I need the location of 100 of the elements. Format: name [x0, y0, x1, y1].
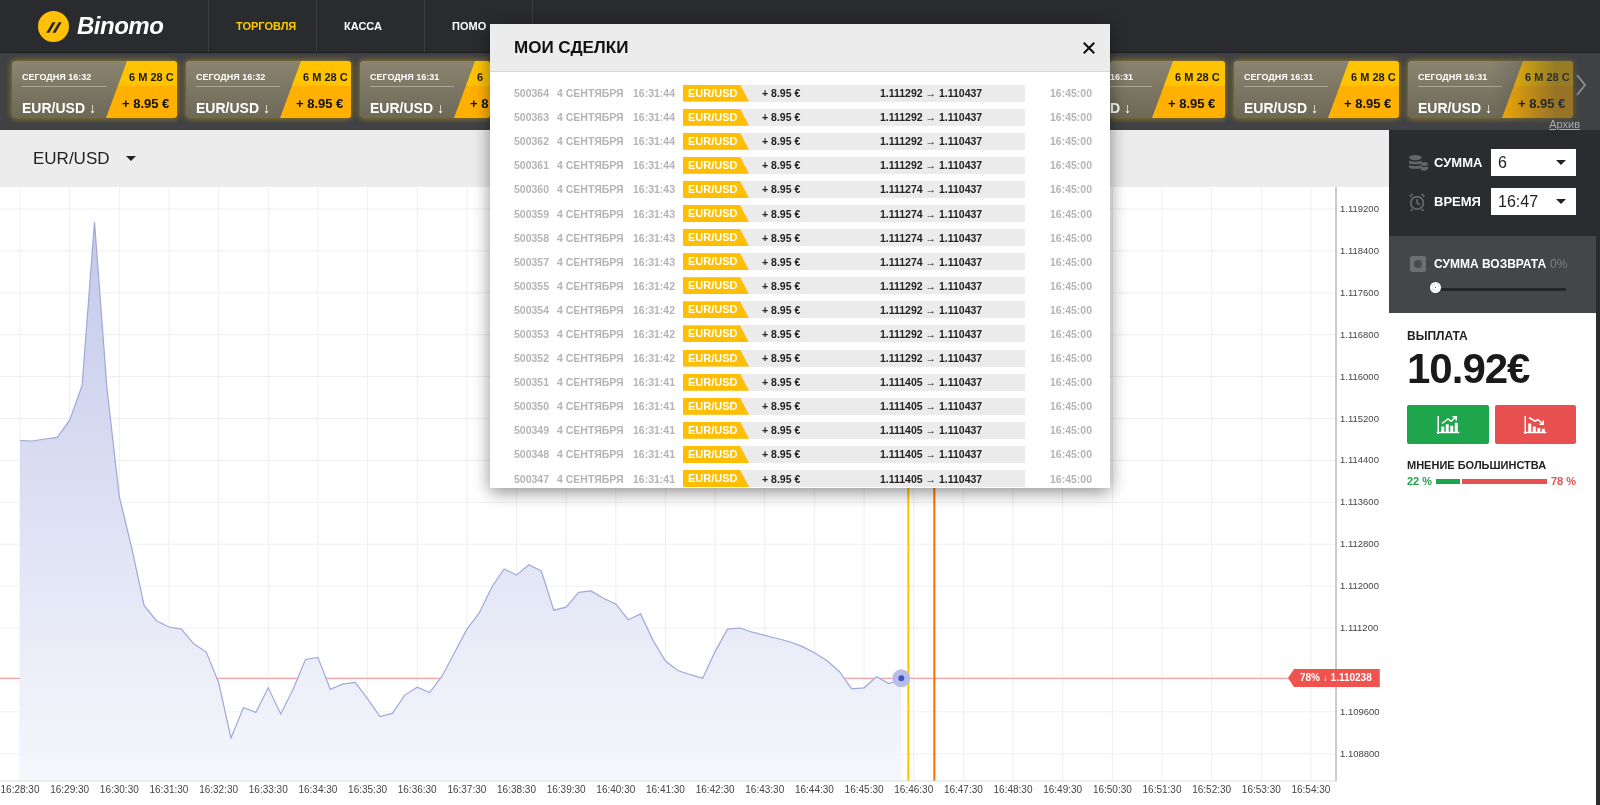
card-date: СЕГОДНЯ 16:31 — [1418, 72, 1502, 87]
trade-time: 16:31:43 — [633, 183, 677, 196]
axis-label: 16:48:30 — [993, 784, 1033, 795]
trade-card[interactable]: СЕГОДНЯ 16:32 EUR/USD ↓ 6 М 28 С + 8.95 € — [12, 61, 177, 118]
trade-id: 500351 — [514, 376, 551, 389]
asset-tag: EUR/USD — [683, 373, 749, 391]
nav-link[interactable]: ТОРГОВЛЯ — [209, 0, 317, 52]
timer-text: 6 М 28 С — [128, 71, 175, 83]
expiry-time: 16:45:00 — [1050, 207, 1093, 220]
dropdown[interactable]: 16:47 — [1491, 188, 1576, 215]
archive-link[interactable]: Архив — [1549, 119, 1580, 130]
trade-card[interactable]: СЕГОДНЯ 16:31 EUR/USD ↓ 6 + 8 — [360, 61, 490, 118]
slider-handle[interactable] — [1430, 282, 1441, 293]
asset-tag: EUR/USD — [683, 180, 749, 198]
trade-id: 500352 — [514, 352, 551, 365]
trade-id: 500353 — [514, 328, 551, 340]
price-change: 1.111405 → 1.110437 — [880, 400, 983, 413]
trade-time: 16:31:41 — [633, 400, 677, 413]
price-change: 1.111405 → 1.110437 — [880, 376, 983, 389]
trade-time: 16:31:41 — [633, 424, 677, 437]
axis-label: 16:37:30 — [447, 784, 487, 795]
axis-label: 16:41:30 — [646, 784, 685, 795]
trade-id: 500363 — [514, 111, 551, 124]
expiry-time: 16:45:00 — [1050, 279, 1093, 292]
timer-text: 6 — [476, 71, 485, 83]
trade-date: 4 СЕНТЯБРЯ — [557, 448, 625, 461]
trade-id: 500361 — [514, 159, 551, 172]
trade-time: 16:31:42 — [633, 328, 677, 340]
profit-amount: + 8.95 € — [295, 96, 345, 111]
profit-amount: + 8.95 € — [1343, 96, 1393, 111]
trade-card[interactable]: СЕГОДНЯ 16:31 EUR/USD ↓ 6 М 28 С + 8.95 € — [1408, 61, 1573, 118]
trade-profit: + 8.95 € — [761, 328, 802, 340]
expiry-time: 16:45:00 — [1050, 376, 1093, 389]
timer-text: 6 М 28 С — [1174, 71, 1221, 83]
trade-id: 500360 — [514, 183, 551, 196]
chart-up-icon — [1435, 413, 1460, 436]
trade-id: 500362 — [514, 135, 551, 148]
price-badge: 78% ↓ 1.110238 — [1288, 669, 1380, 687]
trade-profit: + 8.95 € — [761, 159, 802, 172]
trade-time: 16:31:44 — [633, 87, 677, 100]
axis-label: 16:28:30 — [0, 784, 40, 795]
chevron-right-icon[interactable] — [1575, 73, 1587, 97]
expiry-time: 16:45:00 — [1050, 255, 1093, 268]
dropdown[interactable]: 6 — [1491, 149, 1576, 176]
trade-date: 4 СЕНТЯБРЯ — [557, 424, 625, 437]
profit-amount: + 8.95 € — [121, 96, 171, 111]
trade-card[interactable]: СЕГОДНЯ 16:31 EUR/USD ↓ 6 М 28 С + 8.95 € — [1234, 61, 1399, 118]
card-date: СЕГОДНЯ 16:32 — [22, 72, 106, 87]
trade-profit: + 8.95 € — [761, 376, 802, 389]
trade-id: 500347 — [514, 472, 551, 485]
trade-profit: + 8.95 € — [761, 255, 802, 268]
price-change: 1.111274 → 1.110437 — [880, 255, 983, 268]
trade-profit: + 8.95 € — [761, 231, 802, 244]
axis-label: 16:29:30 — [50, 784, 90, 795]
caret-icon — [125, 156, 136, 161]
payout-value: 10.92€ — [1407, 345, 1531, 393]
asset-tag: EUR/USD — [683, 349, 749, 367]
nav-link[interactable]: КАССА — [317, 0, 425, 52]
trade-date: 4 СЕНТЯБРЯ — [557, 328, 625, 340]
close-icon[interactable] — [1082, 40, 1096, 55]
axis-label: 16:51:30 — [1142, 784, 1182, 795]
call-button[interactable] — [1407, 405, 1489, 444]
expiry-time: 16:45:00 — [1050, 472, 1093, 485]
axis-label: 1.112000 — [1340, 580, 1379, 592]
put-button[interactable] — [1494, 405, 1576, 444]
field-label: СУММА — [1434, 155, 1484, 170]
axis-label: 16:45:30 — [844, 784, 884, 795]
logo-text: Binomo — [77, 12, 164, 40]
trade-card[interactable]: 16:31 D ↓ 6 М 28 С + 8.95 € — [1110, 61, 1225, 118]
axis-label: 16:53:30 — [1241, 784, 1281, 795]
price-change: 1.111405 → 1.110437 — [880, 424, 983, 437]
axis-label: 16:47:30 — [943, 784, 983, 795]
asset-dropdown[interactable]: EUR/USD — [33, 148, 136, 169]
trade-date: 4 СЕНТЯБРЯ — [557, 472, 625, 485]
profit-amount: + 8.95 € — [1517, 96, 1567, 111]
field-label: ВРЕМЯ — [1434, 194, 1482, 209]
axis-label: 1.113600 — [1340, 496, 1379, 508]
trade-date: 4 СЕНТЯБРЯ — [557, 352, 625, 365]
price-change: 1.111292 → 1.110437 — [880, 303, 983, 316]
axis-label: 16:33:30 — [248, 784, 288, 795]
axis-label: 1.116800 — [1340, 328, 1379, 340]
asset-name: EUR/USD ↓ — [22, 100, 97, 116]
trade-date: 4 СЕНТЯБРЯ — [557, 87, 625, 100]
trade-card[interactable]: СЕГОДНЯ 16:32 EUR/USD ↓ 6 М 28 С + 8.95 € — [186, 61, 351, 118]
expiry-time: 16:45:00 — [1050, 183, 1093, 196]
chart-down-icon — [1523, 413, 1548, 436]
timer-text: 6 М 28 С — [302, 71, 349, 83]
down-percent: 78 % — [1550, 475, 1576, 487]
axis-label: 16:40:30 — [596, 784, 636, 795]
asset-tag: EUR/USD — [683, 470, 749, 488]
trade-time: 16:31:42 — [633, 352, 677, 365]
profit-amount: + 8 — [469, 96, 490, 111]
asset-tag: EUR/USD — [683, 156, 749, 174]
expiry-time: 16:45:00 — [1050, 303, 1093, 316]
up-percent: 22 % — [1407, 475, 1433, 487]
trade-id: 500359 — [514, 207, 551, 220]
trade-date: 4 СЕНТЯБРЯ — [557, 135, 625, 148]
axis-label: 16:38:30 — [497, 784, 536, 795]
trade-date: 4 СЕНТЯБРЯ — [557, 376, 625, 389]
trade-id: 500350 — [514, 400, 551, 413]
